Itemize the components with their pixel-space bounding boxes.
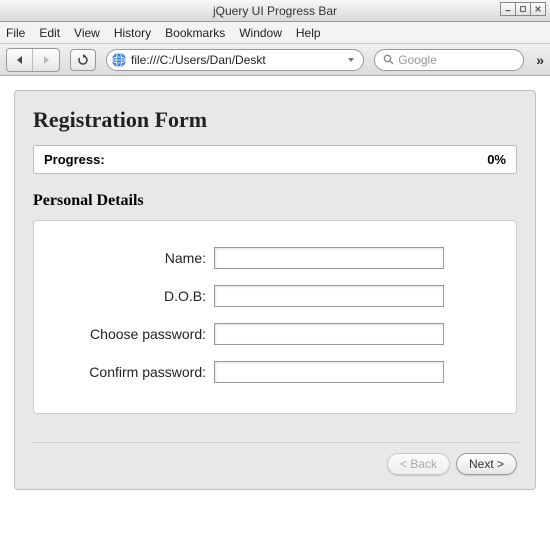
field-password: Choose password: (54, 323, 496, 345)
section-title: Personal Details (33, 192, 517, 210)
form-box: Name: D.O.B: Choose password: Confirm pa… (33, 220, 517, 414)
minimize-button[interactable] (500, 2, 516, 16)
menu-view[interactable]: View (74, 26, 100, 40)
label-dob: D.O.B: (54, 288, 214, 304)
input-confirm-password[interactable] (214, 361, 444, 383)
label-password: Choose password: (54, 326, 214, 342)
menu-bar: File Edit View History Bookmarks Window … (0, 22, 550, 44)
menu-window[interactable]: Window (239, 26, 282, 40)
search-placeholder: Google (398, 53, 437, 67)
menu-edit[interactable]: Edit (39, 26, 60, 40)
progress-value: 0% (487, 152, 506, 167)
field-name: Name: (54, 247, 496, 269)
url-dropdown-icon[interactable] (343, 56, 359, 64)
divider (31, 442, 519, 443)
back-form-button[interactable]: < Back (387, 453, 450, 475)
page-favicon (111, 52, 127, 68)
input-name[interactable] (214, 247, 444, 269)
toolbar-overflow-icon[interactable]: » (536, 52, 544, 68)
back-arrow-icon (15, 55, 25, 65)
reload-icon (77, 54, 89, 66)
title-bar: jQuery UI Progress Bar (0, 0, 550, 22)
next-form-button[interactable]: Next > (456, 453, 517, 475)
search-bar[interactable]: Google (374, 49, 524, 71)
input-password[interactable] (214, 323, 444, 345)
progress-label: Progress: (44, 152, 105, 167)
page-container: Registration Form Progress: 0% Personal … (14, 90, 536, 490)
toolbar: file:///C:/Users/Dan/Deskt Google » (0, 44, 550, 76)
menu-help[interactable]: Help (296, 26, 321, 40)
search-icon (383, 54, 394, 65)
action-buttons: < Back Next > (33, 453, 517, 475)
label-confirm-password: Confirm password: (54, 364, 214, 380)
label-name: Name: (54, 250, 214, 266)
input-dob[interactable] (214, 285, 444, 307)
forward-button[interactable] (33, 49, 59, 71)
url-bar[interactable]: file:///C:/Users/Dan/Deskt (106, 49, 364, 71)
forward-arrow-icon (41, 55, 51, 65)
reload-button[interactable] (70, 49, 96, 71)
window-title: jQuery UI Progress Bar (213, 4, 337, 18)
window-controls (501, 2, 546, 16)
field-dob: D.O.B: (54, 285, 496, 307)
back-button[interactable] (7, 49, 33, 71)
close-button[interactable] (530, 2, 546, 16)
progress-bar: Progress: 0% (33, 145, 517, 174)
page-heading: Registration Form (33, 107, 517, 133)
menu-file[interactable]: File (6, 26, 25, 40)
nav-buttons (6, 48, 60, 72)
menu-history[interactable]: History (114, 26, 151, 40)
viewport: Registration Form Progress: 0% Personal … (0, 76, 550, 504)
maximize-button[interactable] (515, 2, 531, 16)
field-confirm-password: Confirm password: (54, 361, 496, 383)
url-text: file:///C:/Users/Dan/Deskt (131, 53, 343, 67)
menu-bookmarks[interactable]: Bookmarks (165, 26, 225, 40)
